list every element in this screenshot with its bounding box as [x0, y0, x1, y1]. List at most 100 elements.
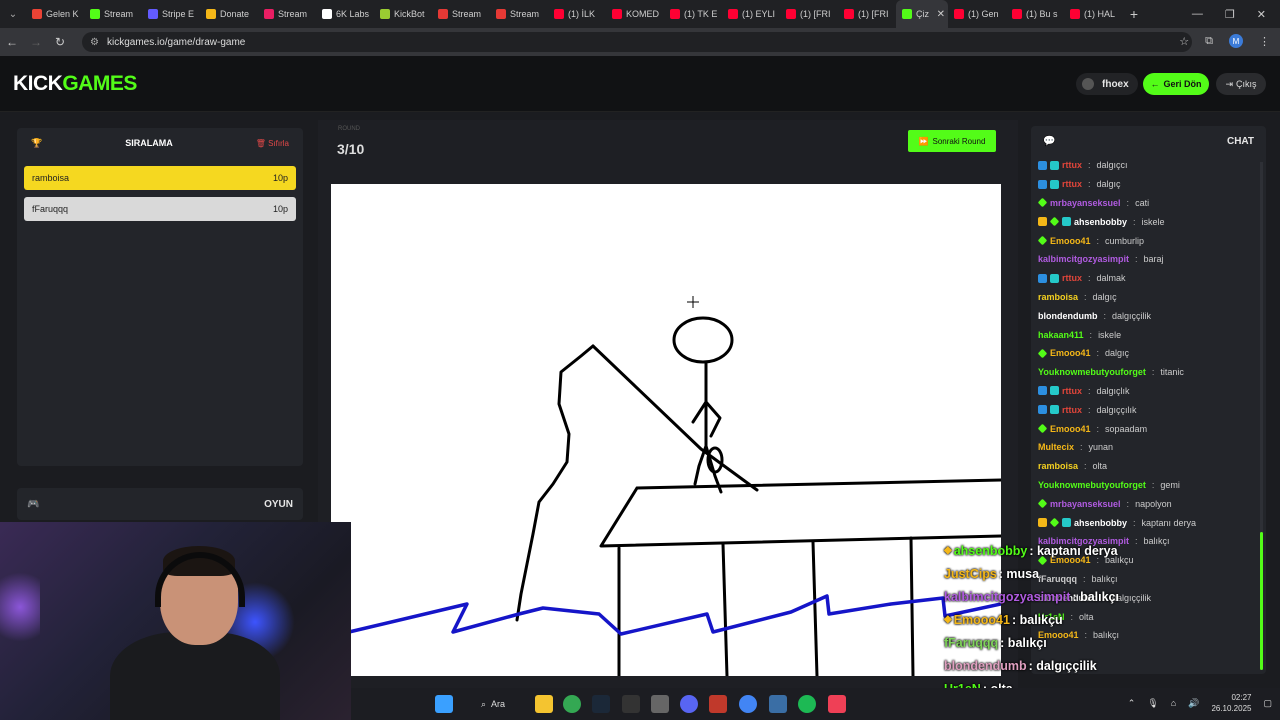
pocket-icon[interactable]: [828, 695, 846, 713]
back-icon[interactable]: ←: [0, 35, 24, 49]
extensions-icon[interactable]: ⧉: [1205, 35, 1213, 48]
new-tab-button[interactable]: +: [1122, 6, 1146, 22]
overlay-text: : kaptanı derya: [1029, 543, 1118, 558]
spotify-icon[interactable]: [798, 695, 816, 713]
browser-tab[interactable]: Çiz ✕: [896, 0, 948, 28]
chat-separator: :: [1096, 423, 1100, 434]
chat-username[interactable]: Multecix: [1038, 442, 1074, 452]
browser-tab[interactable]: Stream: [258, 0, 316, 28]
profile-avatar[interactable]: M: [1229, 34, 1243, 48]
browser-tab[interactable]: Stream: [84, 0, 142, 28]
drawing-canvas[interactable]: [331, 184, 1001, 676]
browser-tab[interactable]: (1) Gen: [948, 0, 1006, 28]
tab-label: Donate: [220, 9, 250, 19]
chat-username[interactable]: Emooo41: [1050, 236, 1091, 246]
discord-icon[interactable]: [680, 695, 698, 713]
windows-start-icon[interactable]: [435, 695, 453, 713]
browser-menu-icon[interactable]: ⋮: [1259, 35, 1270, 48]
volume-icon[interactable]: 🔊: [1188, 698, 1199, 709]
browser-tab[interactable]: KickBot: [374, 0, 432, 28]
overlay-username: Emooo41: [953, 612, 1010, 627]
next-round-button[interactable]: ⏩ Sonraki Round: [908, 130, 996, 152]
chat-bubble-icon: 💬: [1043, 135, 1056, 147]
tab-favicon-icon: [954, 9, 964, 19]
taskbar-search[interactable]: ⌕ Ara: [473, 694, 529, 714]
browser-tab[interactable]: (1) İLK: [548, 0, 606, 28]
microphone-icon[interactable]: 🎙: [1147, 698, 1158, 709]
chat-username[interactable]: mrbayanseksuel: [1050, 198, 1121, 208]
chat-separator: :: [1089, 329, 1093, 340]
chat-username[interactable]: ramboisa: [1038, 461, 1078, 471]
chat-username[interactable]: mrbayanseksuel: [1050, 499, 1121, 509]
browser-tab[interactable]: 6K Labs: [316, 0, 374, 28]
chat-username[interactable]: rttux: [1062, 405, 1082, 415]
back-button[interactable]: ← Geri Dön: [1143, 73, 1209, 95]
chat-username[interactable]: rttux: [1062, 386, 1082, 396]
browser-tab[interactable]: Stripe E: [142, 0, 200, 28]
file-explorer-icon[interactable]: [535, 695, 553, 713]
chat-username[interactable]: rttux: [1062, 273, 1082, 283]
browser-tab[interactable]: KOMED: [606, 0, 664, 28]
forward-icon[interactable]: →: [24, 35, 48, 49]
chat-username[interactable]: rttux: [1062, 179, 1082, 189]
bookmark-star-icon[interactable]: ☆: [1179, 35, 1189, 48]
browser-tab[interactable]: Stream: [432, 0, 490, 28]
chat-username[interactable]: ahsenbobby: [1074, 518, 1127, 528]
user-menu[interactable]: fhoex: [1076, 73, 1138, 95]
round-bar: ROUND 3/10 ⏩ Sonraki Round: [318, 120, 1018, 178]
overlay-username: fFaruqqq: [944, 635, 999, 650]
streamer-app-icon[interactable]: [709, 695, 727, 713]
chat-username[interactable]: Youknowmebutyouforget: [1038, 480, 1146, 490]
browser-tab[interactable]: Stream: [490, 0, 548, 28]
tab-close-icon[interactable]: ✕: [937, 9, 945, 20]
chat-username[interactable]: blondendumb: [1038, 311, 1098, 321]
browser-tab[interactable]: (1) Bu s: [1006, 0, 1064, 28]
browser-tab[interactable]: (1) TK E: [664, 0, 722, 28]
tab-label: (1) [FRI: [858, 9, 889, 19]
maximize-icon[interactable]: ❐: [1225, 8, 1235, 21]
app-icon[interactable]: [651, 695, 669, 713]
chat-username[interactable]: Emooo41: [1050, 424, 1091, 434]
chrome-icon[interactable]: [563, 695, 581, 713]
chat-username[interactable]: ramboisa: [1038, 292, 1078, 302]
chat-message: rttux: dalgıçcı: [1038, 156, 1266, 175]
chat-username[interactable]: kalbimcitgozyasimpit: [1038, 254, 1129, 264]
browser-tab[interactable]: (1) HAL: [1064, 0, 1122, 28]
network-icon[interactable]: ⌂: [1171, 698, 1176, 708]
reset-button[interactable]: 🗑 Sıfırla: [256, 139, 289, 148]
browser-tab[interactable]: Donate: [200, 0, 258, 28]
taskbar-clock[interactable]: 02:27 26.10.2025: [1211, 692, 1251, 714]
site-info-icon[interactable]: ⚙: [90, 37, 99, 48]
overlay-username: ahsenbobby: [953, 543, 1028, 558]
chat-badge-icon: [1049, 517, 1060, 528]
chat-header: 💬 CHAT: [1031, 126, 1266, 156]
browser-tab[interactable]: (1) [FRI: [780, 0, 838, 28]
chat-username[interactable]: ahsenbobby: [1074, 217, 1127, 227]
chat-username[interactable]: Youknowmebutyouforget: [1038, 367, 1146, 377]
chat-username[interactable]: Emooo41: [1050, 348, 1091, 358]
tab-search-icon[interactable]: ⌄: [0, 9, 26, 20]
steam-icon[interactable]: [592, 695, 610, 713]
close-window-icon[interactable]: ✕: [1257, 8, 1266, 21]
chat-scrollbar[interactable]: [1260, 162, 1263, 670]
browser-tab[interactable]: (1) [FRI: [838, 0, 896, 28]
stream-chat-overlay: ◆ ahsenbobby: kaptanı derya JustCips: musa…: [944, 539, 1119, 700]
tab-favicon-icon: [844, 9, 854, 19]
kickgames-logo[interactable]: KICKGAMES: [13, 72, 137, 96]
chat-scroll-thumb[interactable]: [1260, 532, 1263, 670]
chat-username[interactable]: hakaan411: [1038, 330, 1084, 340]
url-bar[interactable]: ⚙ kickgames.io/game/draw-game: [82, 32, 1192, 52]
utility-icon[interactable]: [769, 695, 787, 713]
chat-separator: :: [1096, 235, 1100, 246]
minimize-icon[interactable]: —: [1192, 8, 1203, 21]
chat-username[interactable]: rttux: [1062, 160, 1082, 170]
notification-icon[interactable]: ▢: [1263, 698, 1272, 709]
epic-games-icon[interactable]: [622, 695, 640, 713]
chat-title: CHAT: [1226, 135, 1254, 147]
tray-chevron-icon[interactable]: ⌃: [1128, 698, 1136, 709]
browser-tab[interactable]: (1) EYLI: [722, 0, 780, 28]
logout-button[interactable]: ⇥ Çıkış: [1216, 73, 1266, 95]
reload-icon[interactable]: ↻: [48, 35, 72, 49]
browser-tab[interactable]: Gelen K: [26, 0, 84, 28]
chrome-active-icon[interactable]: [739, 695, 757, 713]
